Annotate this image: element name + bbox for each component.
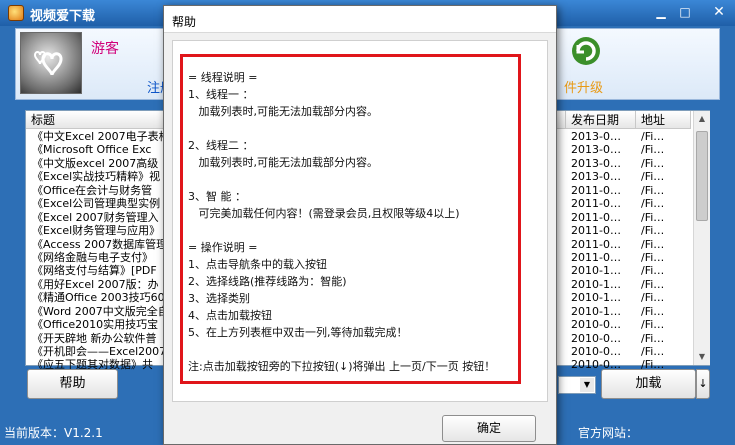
app-icon: [8, 5, 24, 21]
help-line: [188, 171, 495, 188]
row-date: 2011-0…: [571, 197, 621, 211]
help-dialog: 帮助 = 线程说明 = 1、线程一 ： 加载列表时,可能无法加载部分内容。 2、线…: [163, 5, 557, 445]
minimize-icon[interactable]: ▁: [650, 3, 672, 21]
maximize-icon[interactable]: □: [674, 3, 696, 21]
row-date: 2010-0…: [571, 345, 621, 358]
row-address: /Fi…: [641, 143, 665, 157]
close-icon[interactable]: ✕: [706, 3, 732, 21]
row-address: /Fi…: [641, 264, 665, 278]
help-line: 加载列表时,可能无法加载部分内容。: [188, 105, 378, 118]
column-header-date[interactable]: 发布日期: [566, 111, 636, 129]
help-button[interactable]: 帮助: [27, 369, 118, 399]
website-label: 官方网站：www.conosc.com: [578, 426, 681, 445]
row-date: 2011-0…: [571, 237, 621, 251]
help-line: 可完美加载任何内容！(需登录会员,且权限等级4以上): [188, 207, 460, 220]
ok-button[interactable]: 确定: [442, 415, 536, 442]
row-address: /Fi…: [641, 304, 665, 318]
dialog-title: 帮助: [172, 15, 197, 29]
version-label: 当前版本：V1.2.1: [4, 426, 103, 440]
row-address: /Fi…: [641, 156, 665, 170]
row-address: /Fi…: [641, 237, 665, 251]
help-line: = 线程说明 =: [188, 71, 258, 84]
row-address: /Fi…: [641, 291, 665, 305]
row-address: /Fi…: [641, 250, 665, 264]
row-address: /Fi…: [641, 170, 665, 184]
row-date: 2011-0…: [571, 250, 621, 264]
row-date: 2011-0…: [571, 183, 621, 197]
column-header-address[interactable]: 地址: [636, 111, 691, 129]
help-text: = 线程说明 = 1、线程一 ： 加载列表时,可能无法加载部分内容。 2、线程二 …: [188, 69, 495, 375]
help-line: [188, 341, 495, 358]
row-date: 2010-0…: [571, 331, 621, 345]
vertical-scrollbar[interactable]: ▲ ▼: [693, 111, 710, 365]
dialog-content: = 线程说明 = 1、线程一 ： 加载列表时,可能无法加载部分内容。 2、线程二 …: [172, 40, 548, 402]
refresh-icon[interactable]: [569, 34, 603, 68]
help-text-frame: = 线程说明 = 1、线程一 ： 加载列表时,可能无法加载部分内容。 2、线程二 …: [180, 54, 521, 384]
help-line: 注:点击加载按钮旁的下拉按钮(↓)将弹出 上一页/下一页 按钮！: [188, 360, 496, 373]
software-upgrade-label[interactable]: 件升级: [564, 77, 603, 96]
row-date: 2010-1…: [571, 304, 621, 318]
help-line: 4、点击加载按钮: [188, 309, 272, 322]
help-line: [188, 222, 495, 239]
load-dropdown-button[interactable]: ↓: [696, 369, 710, 399]
avatar[interactable]: [20, 32, 82, 94]
row-address: /Fi…: [641, 345, 665, 358]
row-date: 2010-0…: [571, 318, 621, 332]
help-line: 2、选择线路(推荐线路为：智能): [188, 275, 347, 288]
dialog-titlebar[interactable]: 帮助: [164, 6, 556, 33]
row-date: 2010-1…: [571, 291, 621, 305]
category-dropdown[interactable]: ▼: [558, 376, 596, 394]
row-address: /Fi…: [641, 210, 665, 224]
row-date: 2011-0…: [571, 210, 621, 224]
row-date: 2013-0…: [571, 130, 621, 143]
chevron-down-icon[interactable]: ▼: [580, 378, 594, 392]
row-address: /Fi…: [641, 331, 665, 345]
help-line: = 操作说明 =: [188, 241, 258, 254]
help-line: 5、在上方列表框中双击一列,等待加载完成！: [188, 326, 408, 339]
row-address: /Fi…: [641, 277, 665, 291]
scroll-down-icon[interactable]: ▼: [694, 349, 710, 365]
help-line: [188, 120, 495, 137]
scroll-thumb[interactable]: [696, 131, 708, 221]
row-address: /Fi…: [641, 197, 665, 211]
row-date: 2011-0…: [571, 224, 621, 238]
help-line: 3、智 能 ：: [188, 190, 246, 203]
help-line: 3、选择类别: [188, 292, 250, 305]
row-date: 2013-0…: [571, 170, 621, 184]
scroll-up-icon[interactable]: ▲: [694, 111, 710, 127]
heart-icon: [33, 51, 63, 76]
main-window-title: 视频爱下载: [30, 9, 96, 24]
row-address: /Fi…: [641, 318, 665, 332]
load-button[interactable]: 加载: [601, 369, 696, 399]
help-line: 加载列表时,可能无法加载部分内容。: [188, 156, 378, 169]
row-date: 2010-1…: [571, 277, 621, 291]
help-line: 1、线程一 ：: [188, 88, 254, 101]
help-line: 2、线程二 ：: [188, 139, 254, 152]
row-address: /Fi…: [641, 183, 665, 197]
help-line: 1、点击导航条中的载入按钮: [188, 258, 327, 271]
row-date: 2013-0…: [571, 143, 621, 157]
row-address: /Fi…: [641, 224, 665, 238]
row-address: /Fi…: [641, 130, 665, 143]
row-date: 2013-0…: [571, 156, 621, 170]
row-date: 2010-1…: [571, 264, 621, 278]
guest-label: 游客: [91, 41, 119, 57]
